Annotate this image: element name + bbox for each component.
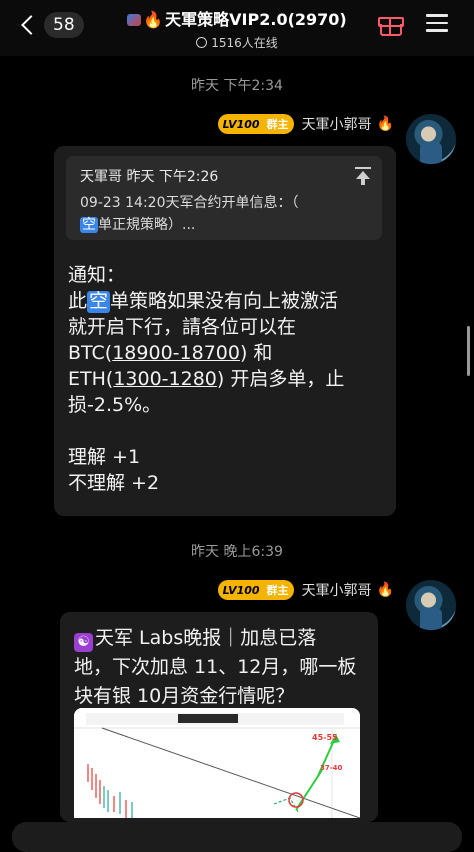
gift-button[interactable] bbox=[378, 12, 404, 36]
chat-header: 58 🔥 天軍策略VIP2.0(2970) 1516人在线 bbox=[0, 0, 474, 56]
message-text: ☯ 天军 Labs晚报｜加息已落 地，下次加息 11、12月，哪一板 块有银 10… bbox=[74, 627, 357, 707]
short-tag: 空 bbox=[80, 217, 98, 234]
menu-button[interactable] bbox=[426, 14, 448, 32]
unread-count-badge: 58 bbox=[44, 12, 84, 38]
avatar[interactable] bbox=[406, 114, 456, 164]
chart-target-label: 45-55 bbox=[312, 733, 338, 742]
online-indicator-icon bbox=[196, 37, 208, 48]
sender-info: LV100 群主 天軍小郭哥 🔥 bbox=[217, 114, 394, 134]
chevron-left-icon bbox=[21, 15, 41, 35]
message-bubble[interactable]: 天軍哥 昨天 下午2:26 09-23 14:20天军合约开单信息：（ 空单正規… bbox=[54, 146, 396, 516]
level-badge: LV100 群主 bbox=[217, 580, 294, 600]
fire-icon: 🔥 bbox=[143, 10, 164, 29]
timestamp: 昨天 下午2:34 bbox=[191, 78, 283, 94]
chat-title: 🔥 天軍策略VIP2.0(2970) bbox=[100, 6, 374, 30]
quoted-message[interactable]: 天軍哥 昨天 下午2:26 09-23 14:20天军合约开单信息：（ 空单正規… bbox=[66, 156, 382, 240]
price-range-link[interactable]: 1300-1280 bbox=[113, 368, 217, 390]
quote-header: 天軍哥 昨天 下午2:26 bbox=[80, 169, 219, 185]
online-status: 1516人在线 bbox=[100, 34, 374, 51]
price-range-link[interactable]: 18900-18700 bbox=[112, 342, 240, 364]
level-badge: LV100 群主 bbox=[217, 114, 294, 134]
role-text: 群主 bbox=[266, 584, 289, 597]
timestamp: 昨天 晚上6:39 bbox=[191, 544, 283, 560]
chat-title-text: 天軍策略VIP2.0(2970) bbox=[165, 10, 347, 29]
sender-name[interactable]: 天軍小郭哥 bbox=[302, 114, 372, 134]
message-text: 通知： 此空单策略如果没有向上被激活 就开启下行，請各位可以在 BTC(1890… bbox=[68, 264, 345, 494]
fire-icon: 🔥 bbox=[376, 116, 394, 132]
message-bubble[interactable]: ☯ 天军 Labs晚报｜加息已落 地，下次加息 11、12月，哪一板 块有银 10… bbox=[60, 612, 378, 822]
labs-logo-icon: ☯ bbox=[74, 633, 93, 652]
chart-target-label: 37-40 bbox=[320, 764, 343, 772]
role-text: 群主 bbox=[266, 118, 289, 131]
sender-info: LV100 群主 天軍小郭哥 🔥 bbox=[217, 580, 394, 600]
back-button[interactable]: 58 bbox=[21, 12, 84, 38]
short-tag: 空 bbox=[87, 290, 111, 313]
jump-to-quote-icon[interactable] bbox=[354, 166, 372, 186]
avatar[interactable] bbox=[406, 580, 456, 630]
menu-icon bbox=[426, 14, 448, 17]
online-count-text: 1516人在线 bbox=[211, 36, 278, 50]
chart-image-graphic: 45-55 37-40 bbox=[74, 708, 360, 818]
message-input-bar[interactable] bbox=[12, 822, 462, 852]
level-text: LV100 bbox=[222, 117, 260, 131]
level-text: LV100 bbox=[222, 583, 260, 597]
group-logo-icon bbox=[127, 14, 142, 26]
quote-text: 09-23 14:20天军合约开单信息：（ 空单正規策略）... bbox=[80, 195, 299, 234]
chat-title-area[interactable]: 🔥 天軍策略VIP2.0(2970) 1516人在线 bbox=[100, 6, 374, 51]
chart-image[interactable]: 45-55 37-40 bbox=[74, 708, 360, 818]
fire-icon: 🔥 bbox=[376, 582, 394, 598]
sender-name[interactable]: 天軍小郭哥 bbox=[302, 580, 372, 600]
scrollbar[interactable] bbox=[467, 326, 470, 376]
